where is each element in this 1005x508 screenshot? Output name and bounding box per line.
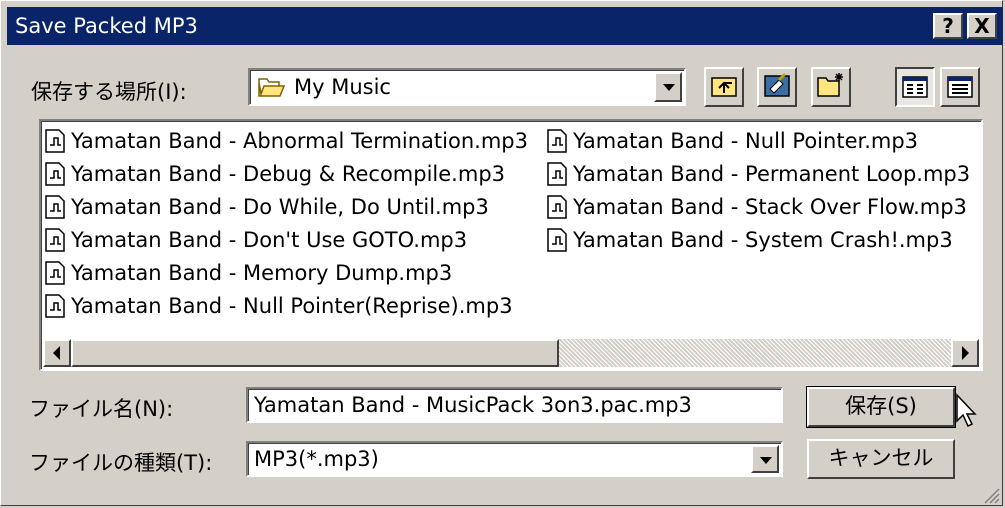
file-item[interactable]: Yamatan Band - Stack Over Flow.mp3 bbox=[547, 193, 967, 221]
file-name: Yamatan Band - Do While, Do Until.mp3 bbox=[71, 195, 489, 219]
new-folder-icon bbox=[817, 73, 843, 97]
filename-label: ファイル名(N): bbox=[29, 397, 174, 421]
up-one-level-icon bbox=[711, 77, 737, 97]
audio-file-icon bbox=[547, 129, 567, 153]
arrow-left-icon bbox=[53, 346, 60, 360]
file-name: Yamatan Band - System Crash!.mp3 bbox=[573, 228, 953, 252]
audio-file-icon bbox=[547, 162, 567, 186]
audio-file-icon bbox=[45, 129, 65, 153]
file-item[interactable]: Yamatan Band - Null Pointer(Reprise).mp3 bbox=[45, 292, 513, 320]
horizontal-scrollbar[interactable] bbox=[43, 339, 979, 367]
file-item[interactable]: Yamatan Band - System Crash!.mp3 bbox=[547, 226, 953, 254]
audio-file-icon bbox=[547, 228, 567, 252]
file-item[interactable]: Yamatan Band - Null Pointer.mp3 bbox=[547, 127, 918, 155]
desktop-button[interactable] bbox=[757, 67, 797, 107]
file-name: Yamatan Band - Permanent Loop.mp3 bbox=[573, 162, 971, 186]
help-button[interactable]: ? bbox=[933, 13, 963, 39]
file-item[interactable]: Yamatan Band - Debug & Recompile.mp3 bbox=[45, 160, 505, 188]
file-item[interactable]: Yamatan Band - Memory Dump.mp3 bbox=[45, 259, 452, 287]
chevron-down-icon[interactable] bbox=[654, 72, 682, 102]
file-item[interactable]: Yamatan Band - Permanent Loop.mp3 bbox=[547, 160, 970, 188]
filename-value: Yamatan Band - MusicPack 3on3.pac.mp3 bbox=[254, 393, 692, 417]
file-name: Yamatan Band - Memory Dump.mp3 bbox=[71, 261, 453, 285]
details-view-icon bbox=[947, 76, 973, 98]
mouse-cursor-icon bbox=[956, 393, 977, 428]
title-bar[interactable]: Save Packed MP3 ? X bbox=[7, 7, 1003, 45]
cancel-button[interactable]: キャンセル bbox=[807, 439, 955, 479]
scroll-left-button[interactable] bbox=[43, 339, 71, 367]
file-name: Yamatan Band - Don't Use GOTO.mp3 bbox=[71, 228, 468, 252]
location-value: My Music bbox=[294, 75, 391, 99]
chevron-down-icon[interactable] bbox=[751, 445, 779, 473]
close-button[interactable]: X bbox=[967, 13, 997, 39]
file-name: Yamatan Band - Abnormal Termination.mp3 bbox=[71, 129, 528, 153]
filetype-value: MP3(*.mp3) bbox=[254, 447, 379, 471]
list-view-icon bbox=[902, 76, 928, 98]
resize-grip-icon[interactable] bbox=[981, 485, 1001, 505]
filetype-label: ファイルの種類(T): bbox=[29, 451, 213, 475]
desktop-icon bbox=[764, 72, 790, 97]
location-dropdown[interactable]: My Music bbox=[248, 68, 686, 106]
filetype-dropdown[interactable]: MP3(*.mp3) bbox=[246, 441, 783, 477]
audio-file-icon bbox=[45, 228, 65, 252]
audio-file-icon bbox=[45, 261, 65, 285]
folder-icon bbox=[258, 78, 286, 97]
audio-file-icon bbox=[45, 294, 65, 318]
file-name: Yamatan Band - Stack Over Flow.mp3 bbox=[573, 195, 967, 219]
location-label: 保存する場所(I): bbox=[31, 80, 187, 104]
arrow-right-icon bbox=[962, 346, 969, 360]
scroll-thumb[interactable] bbox=[71, 339, 559, 367]
file-item[interactable]: Yamatan Band - Do While, Do Until.mp3 bbox=[45, 193, 489, 221]
file-item[interactable]: Yamatan Band - Abnormal Termination.mp3 bbox=[45, 127, 528, 155]
new-folder-button[interactable] bbox=[811, 67, 851, 107]
details-view-button[interactable] bbox=[940, 67, 980, 107]
file-name: Yamatan Band - Null Pointer(Reprise).mp3 bbox=[71, 294, 513, 318]
scroll-right-button[interactable] bbox=[951, 339, 979, 367]
filename-input[interactable]: Yamatan Band - MusicPack 3on3.pac.mp3 bbox=[246, 387, 783, 423]
list-view-button[interactable] bbox=[895, 67, 935, 107]
file-name: Yamatan Band - Debug & Recompile.mp3 bbox=[71, 162, 506, 186]
audio-file-icon bbox=[45, 195, 65, 219]
file-name: Yamatan Band - Null Pointer.mp3 bbox=[573, 129, 919, 153]
file-list[interactable]: Yamatan Band - Abnormal Termination.mp3 Y… bbox=[39, 119, 983, 371]
audio-file-icon bbox=[547, 195, 567, 219]
save-button[interactable]: 保存(S) bbox=[806, 386, 956, 428]
save-dialog: Save Packed MP3 ? X 保存する場所(I): My Music bbox=[0, 0, 1003, 506]
up-one-level-button[interactable] bbox=[704, 67, 744, 107]
file-item[interactable]: Yamatan Band - Don't Use GOTO.mp3 bbox=[45, 226, 467, 254]
audio-file-icon bbox=[45, 162, 65, 186]
window-title: Save Packed MP3 bbox=[15, 14, 198, 38]
